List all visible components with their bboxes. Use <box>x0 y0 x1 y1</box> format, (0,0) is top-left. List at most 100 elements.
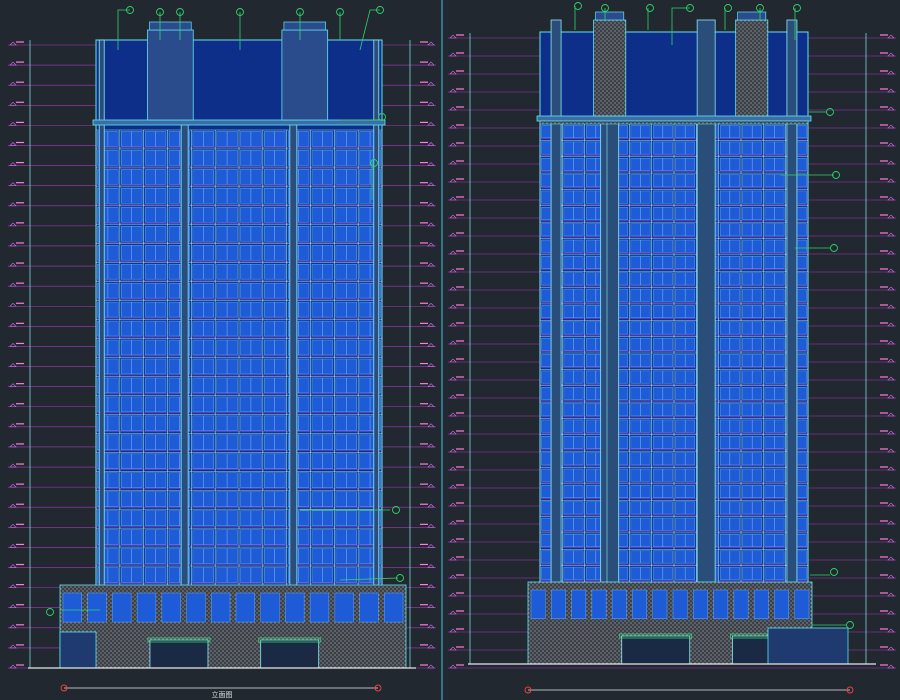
cad-drawing-viewport[interactable]: 立面图 <box>0 0 900 700</box>
podium-window <box>260 592 280 623</box>
elevation-mark <box>9 61 17 66</box>
elevation-mark <box>887 628 895 633</box>
elevation-left-podium <box>59 584 407 669</box>
callout-bubble <box>793 4 801 12</box>
elevation-mark <box>9 142 17 146</box>
elevation-mark <box>449 664 457 669</box>
elevation-mark <box>449 142 457 147</box>
elevation-mark <box>427 624 435 629</box>
podium-window <box>334 592 354 623</box>
elevation-mark <box>449 376 457 381</box>
elevation-mark <box>9 564 17 568</box>
pier <box>98 39 105 669</box>
crown-cornice <box>92 119 386 126</box>
elevation-mark <box>449 214 457 219</box>
elevation-mark <box>9 222 17 227</box>
entrance-canopy <box>732 635 773 665</box>
elevation-mark <box>887 448 895 453</box>
elevation-mark <box>427 282 435 287</box>
elevation-mark <box>449 304 457 309</box>
elevation-mark <box>9 664 17 669</box>
podium-window <box>774 589 789 619</box>
elevation-mark <box>449 322 457 327</box>
callout-bubble <box>826 108 834 116</box>
elevation-mark <box>887 502 895 507</box>
podium-window <box>713 589 729 619</box>
elevation-mark <box>449 466 457 471</box>
elevation-mark <box>449 484 457 489</box>
entrance-canopy <box>621 635 691 665</box>
side-annex <box>767 627 849 665</box>
elevation-mark <box>427 343 435 347</box>
podium-window <box>384 592 404 623</box>
elevation-mark <box>9 463 17 468</box>
podium-base <box>59 584 407 669</box>
elevation-mark <box>9 543 17 548</box>
elevation-mark <box>887 574 895 579</box>
elevation-mark <box>887 610 895 615</box>
pier <box>289 39 298 669</box>
podium-window <box>591 589 607 619</box>
elevation-mark <box>9 202 17 207</box>
elevation-mark <box>9 624 17 629</box>
elevation-mark <box>427 664 435 669</box>
elevation-mark <box>449 574 457 579</box>
elevation-mark <box>449 268 457 273</box>
elevation-mark <box>449 340 457 345</box>
elevation-mark <box>887 304 895 309</box>
elevation-mark <box>9 101 17 106</box>
elevation-right-sheet <box>448 2 896 694</box>
elevation-mark <box>9 363 17 367</box>
podium-window <box>611 589 627 619</box>
podium-window <box>359 592 379 623</box>
elevation-mark <box>427 644 435 649</box>
roof-tower <box>281 29 329 121</box>
elevation-mark <box>887 664 895 669</box>
elevation-mark <box>887 52 895 57</box>
pier <box>180 39 189 669</box>
elevation-mark <box>9 162 17 166</box>
elevation-mark <box>427 41 435 46</box>
elevation-left-caption: 立面图 <box>212 690 233 699</box>
elevation-mark <box>9 182 17 186</box>
elevation-mark <box>449 250 457 255</box>
podium-window <box>672 589 688 619</box>
elevation-mark <box>427 142 435 146</box>
elevation-mark <box>449 520 457 525</box>
elevation-mark <box>427 403 435 408</box>
elevation-mark <box>449 70 457 75</box>
callout-bubble <box>392 506 400 514</box>
podium-window <box>652 589 668 619</box>
elevation-mark <box>449 646 457 651</box>
podium-window <box>235 592 255 623</box>
elevation-mark <box>9 262 17 267</box>
elevation-mark <box>427 443 435 448</box>
roof-parapet <box>283 21 327 31</box>
crown-stone-band <box>539 120 809 125</box>
elevation-mark <box>887 484 895 489</box>
elevation-mark <box>9 302 17 307</box>
elevation-mark <box>887 232 895 237</box>
podium-window <box>530 589 546 619</box>
podium-window <box>136 592 157 623</box>
podium-window <box>211 592 231 623</box>
elevation-mark <box>449 538 457 543</box>
elevation-mark <box>449 556 457 561</box>
elevation-mark <box>427 383 435 387</box>
callout-bubble <box>724 4 732 12</box>
podium-window <box>794 589 810 619</box>
elevation-mark <box>887 286 895 291</box>
elevation-mark <box>9 523 17 528</box>
podium-window <box>753 589 769 619</box>
elevation-mark <box>887 412 895 417</box>
roof-tower <box>735 19 769 117</box>
elevation-mark <box>887 592 895 597</box>
elevation-mark <box>887 340 895 345</box>
elevation-mark <box>427 503 435 508</box>
elevation-mark <box>9 503 17 508</box>
elevation-mark <box>449 502 457 507</box>
elevation-mark <box>427 483 435 488</box>
roof-parapet <box>595 11 625 21</box>
elevation-mark <box>887 124 895 129</box>
cad-canvas: 立面图 <box>8 0 896 700</box>
